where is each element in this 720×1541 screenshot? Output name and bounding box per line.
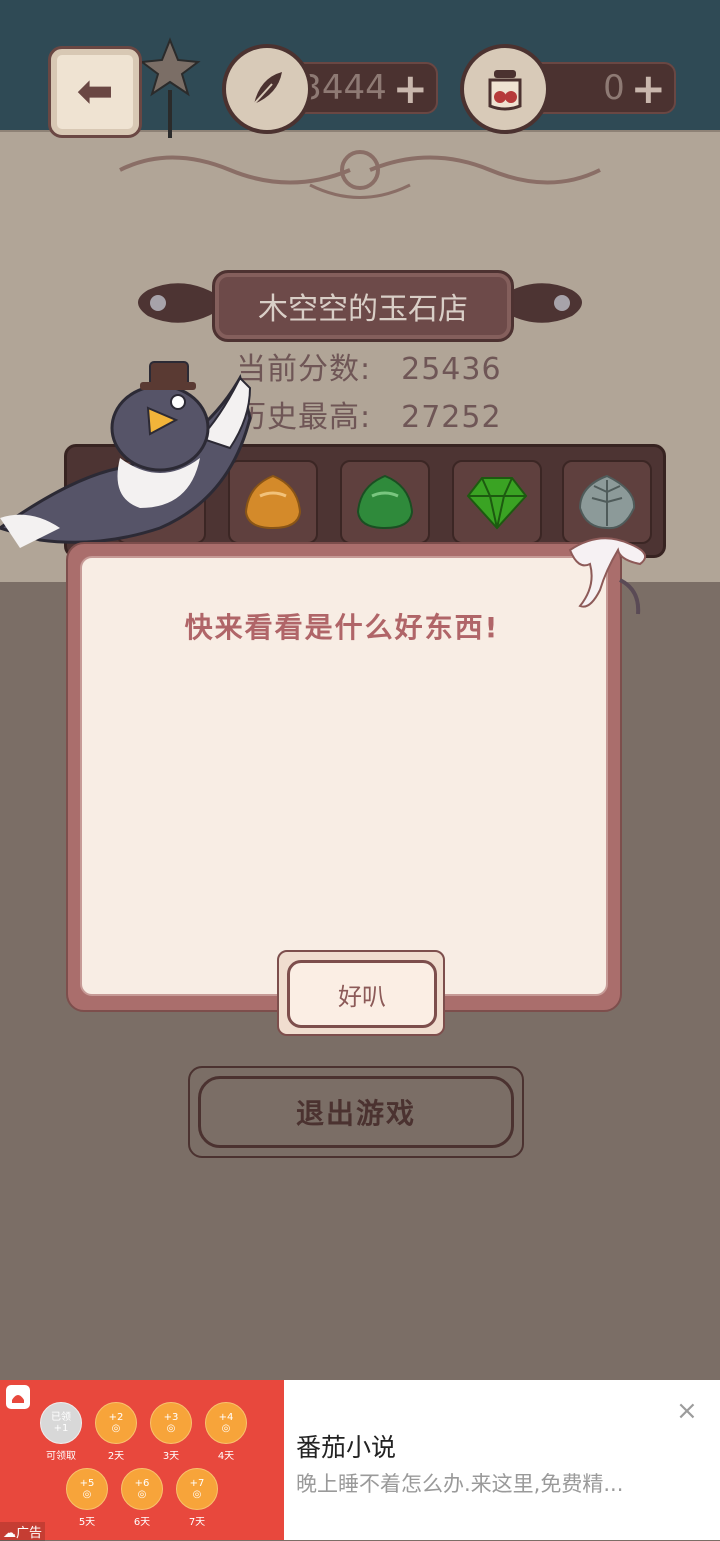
ad-reward-item: +2 ◎ 2天 <box>95 1402 137 1462</box>
ad-reward-item: +4 ◎ 4天 <box>205 1402 247 1462</box>
reward-coin-top: +4 <box>218 1412 234 1423</box>
reward-coin-icon: +7 ◎ <box>176 1468 218 1510</box>
ornament-decoration <box>139 37 201 138</box>
ad-reward-item: +7 ◎ 7天 <box>176 1468 218 1528</box>
reward-coin-top: +3 <box>163 1412 179 1423</box>
emerald-gem-icon <box>466 477 528 530</box>
reward-coin-bottom: ◎ <box>82 1489 92 1500</box>
jar-currency-bar: 0 + <box>530 62 676 114</box>
cloud-icon: ☁ <box>3 1526 16 1541</box>
jewel-slot-emerald[interactable] <box>452 460 542 544</box>
back-button[interactable]: ⬅ <box>48 46 142 138</box>
ad-reward-item: 已领 +1 可领取 <box>40 1402 82 1462</box>
best-score-row: 历史最高: 27252 <box>236 392 556 436</box>
reward-coin-bottom: ◎ <box>137 1489 147 1500</box>
reward-coin-top: +6 <box>134 1478 150 1489</box>
ad-reward-item: +3 ◎ 3天 <box>150 1402 192 1462</box>
reward-coin-top: +2 <box>108 1412 124 1423</box>
ad-tag-text: 广告 <box>16 1526 43 1541</box>
current-score-value: 25436 <box>401 352 502 387</box>
reward-day-label: 可领取 <box>46 1451 76 1462</box>
jar-count: 0 <box>603 68 625 108</box>
exit-game-label: 退出游戏 <box>295 1097 416 1130</box>
shop-title-text: 木空空的玉石店 <box>258 292 468 327</box>
ad-image[interactable]: 已领 +1 可领取 +2 ◎ 2天 +3 ◎ 3天 +4 ◎ 4天 +5 ◎ 5天 +6 ◎ 6天 +7 ◎ 7天 <box>0 1380 284 1540</box>
best-score-value: 27252 <box>401 400 502 435</box>
close-icon[interactable]: × <box>676 1396 698 1426</box>
reward-coin-icon: +3 ◎ <box>150 1402 192 1444</box>
ad-description[interactable]: 晚上睡不着怎么办.来这里,免费精... <box>296 1468 696 1498</box>
ad-reward-item: +6 ◎ 6天 <box>121 1468 163 1528</box>
reward-day-label: 7天 <box>188 1517 206 1528</box>
reward-coin-icon: +5 ◎ <box>66 1468 108 1510</box>
reward-coin-top: +7 <box>189 1478 205 1489</box>
ad-app-logo-icon <box>6 1385 30 1409</box>
panel-ornament <box>119 150 601 199</box>
jewel-slot-green[interactable] <box>340 460 430 544</box>
reward-day-label: 2天 <box>107 1451 125 1462</box>
reward-coin-bottom: ◎ <box>221 1423 231 1434</box>
exit-game-button[interactable]: 退出游戏 <box>198 1076 514 1148</box>
ad-tag: ☁广告 <box>0 1522 46 1541</box>
add-jar-button[interactable]: + <box>631 64 666 113</box>
ad-coin-row-2: +5 ◎ 5天 +6 ◎ 6天 +7 ◎ 7天 <box>66 1468 218 1528</box>
dialog-message: 快来看看是什么好东西! <box>184 611 500 644</box>
feather-icon <box>222 44 312 134</box>
ad-reward-item: +5 ◎ 5天 <box>66 1468 108 1528</box>
jar-icon <box>460 44 550 134</box>
green-jade-icon <box>356 474 414 530</box>
reward-coin-bottom: ◎ <box>111 1423 121 1434</box>
reward-day-label: 6天 <box>133 1517 151 1528</box>
ok-button-label: 好叭 <box>338 982 386 1011</box>
reward-day-label: 4天 <box>217 1451 235 1462</box>
add-feather-button[interactable]: + <box>393 64 428 113</box>
reward-coin-bottom: +1 <box>53 1423 69 1434</box>
shop-title: 木空空的玉石店 <box>212 270 514 342</box>
reward-coin-bottom: ◎ <box>192 1489 202 1500</box>
reward-coin-icon: +4 ◎ <box>205 1402 247 1444</box>
reward-day-label: 5天 <box>78 1517 96 1528</box>
arrow-left-icon: ⬅ <box>76 66 114 117</box>
feather-count: 3444 <box>300 68 387 108</box>
grey-leaf-stone-icon <box>578 474 636 530</box>
reward-coin-icon: 已领 +1 <box>40 1402 82 1444</box>
current-score-row: 当前分数: 25436 <box>236 344 556 388</box>
reward-coin-icon: +2 ◎ <box>95 1402 137 1444</box>
reward-coin-top: 已领 <box>51 1412 71 1423</box>
reward-coin-bottom: ◎ <box>166 1423 176 1434</box>
bird-mascot <box>0 361 252 548</box>
reward-coin-top: +5 <box>79 1478 95 1489</box>
ad-coin-row-1: 已领 +1 可领取 +2 ◎ 2天 +3 ◎ 3天 +4 ◎ 4天 <box>40 1402 247 1462</box>
ok-button[interactable]: 好叭 <box>287 960 437 1028</box>
reward-day-label: 3天 <box>162 1451 180 1462</box>
ad-title[interactable]: 番茄小说 <box>296 1428 396 1464</box>
reward-coin-icon: +6 ◎ <box>121 1468 163 1510</box>
